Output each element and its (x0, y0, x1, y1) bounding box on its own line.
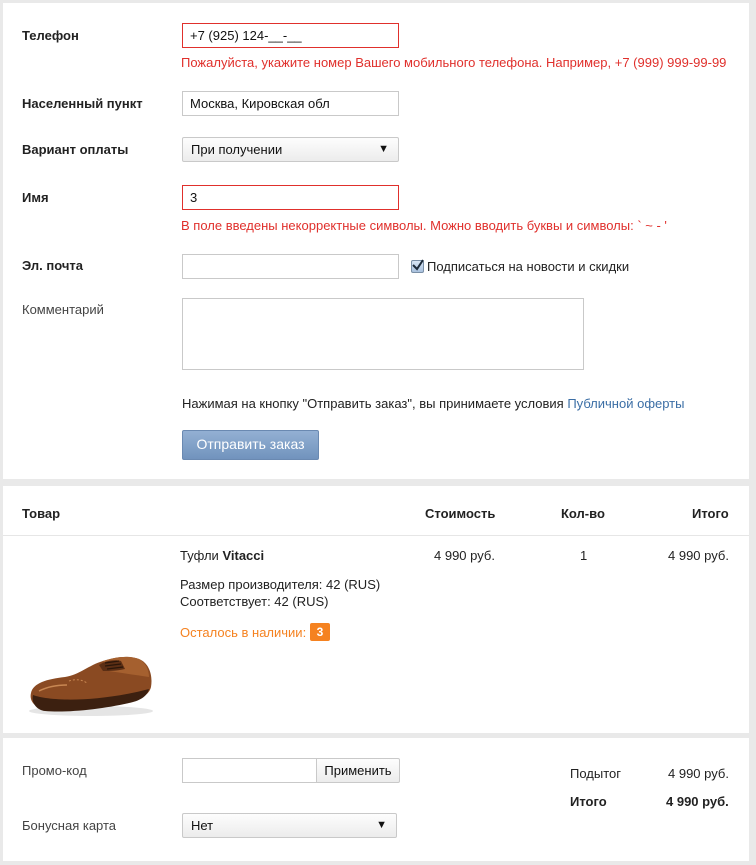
product-fits: Соответствует: 42 (RUS) (180, 594, 329, 609)
city-input[interactable]: Москва, Кировская обл (182, 91, 399, 116)
public-offer-link[interactable]: Публичной оферты (567, 396, 684, 411)
name-label: Имя (22, 190, 49, 205)
subtotal-label: Подытог (570, 766, 621, 781)
column-header-qty: Кол-во (561, 506, 605, 521)
stock-label: Осталось в наличии: (180, 625, 307, 640)
payment-select-value: При получении (191, 142, 283, 157)
order-form-panel: Телефон +7 (925) 124-__-__ Пожалуйста, у… (3, 3, 749, 479)
payment-label: Вариант оплаты (22, 142, 129, 157)
product-size: Размер производителя: 42 (RUS) (180, 577, 381, 592)
total-label: Итого (570, 794, 607, 809)
city-label: Населенный пункт (22, 96, 143, 111)
bonus-card-value: Нет (191, 818, 214, 833)
payment-select[interactable]: При получении ▼ (182, 137, 399, 162)
subtotal-value: 4 990 руб. (668, 766, 729, 781)
phone-label: Телефон (22, 28, 79, 43)
subscribe-checkbox[interactable] (411, 259, 424, 273)
bonus-card-label: Бонусная карта (22, 818, 117, 833)
promo-input[interactable] (182, 758, 317, 783)
name-error: В поле введены некорректные символы. Мож… (181, 218, 667, 233)
phone-error: Пожалуйста, укажите номер Вашего мобильн… (181, 55, 727, 70)
total-value: 4 990 руб. (666, 794, 729, 809)
bonus-card-select[interactable]: Нет ▼ (182, 813, 397, 838)
item-qty: 1 (580, 548, 588, 563)
product-name[interactable]: Туфли Vitacci (180, 548, 264, 563)
product-brand: Vitacci (222, 548, 265, 563)
cart-panel: Товар Стоимость Кол-во Итого Туфли Vitac… (3, 486, 749, 733)
product-type: Туфли (180, 548, 223, 563)
phone-input[interactable]: +7 (925) 124-__-__ (182, 23, 399, 48)
comment-label: Комментарий (22, 302, 104, 317)
item-price: 4 990 руб. (434, 548, 495, 563)
comment-textarea[interactable] (182, 298, 584, 370)
name-input[interactable]: 3 (182, 185, 399, 210)
terms-label: Нажимая на кнопку "Отправить заказ", вы … (182, 396, 568, 411)
column-header-price: Стоимость (425, 506, 496, 521)
item-total: 4 990 руб. (668, 548, 729, 563)
checkmark-icon (412, 259, 424, 271)
header-divider (3, 535, 749, 536)
email-label: Эл. почта (22, 258, 84, 273)
stock-count-badge: 3 (310, 623, 330, 641)
brown-oxford-shoe-icon[interactable] (25, 631, 157, 721)
dropdown-arrow-icon: ▼ (376, 819, 387, 831)
promo-panel: Промо-код Применить Бонусная карта Нет ▼… (3, 738, 749, 861)
promo-label: Промо-код (22, 763, 87, 778)
submit-order-button[interactable]: Отправить заказ (182, 430, 319, 460)
column-header-total: Итого (692, 506, 729, 521)
email-input[interactable] (182, 254, 399, 279)
subscribe-label[interactable]: Подписаться на новости и скидки (427, 259, 629, 274)
dropdown-arrow-icon: ▼ (378, 143, 389, 155)
apply-promo-button[interactable]: Применить (316, 758, 400, 783)
terms-text: Нажимая на кнопку "Отправить заказ", вы … (182, 396, 684, 411)
column-header-product: Товар (22, 506, 61, 521)
